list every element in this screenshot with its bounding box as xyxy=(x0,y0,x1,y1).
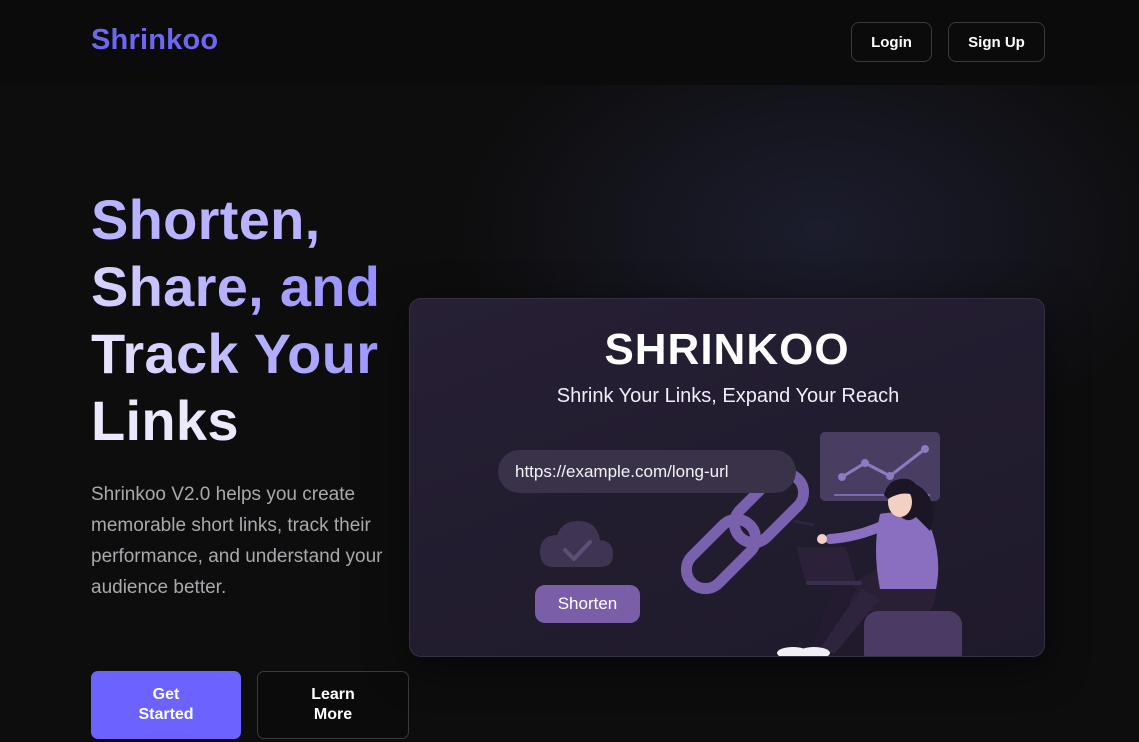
hero-title-line-2: Share, and xyxy=(91,253,411,320)
get-started-label: Get Started xyxy=(138,686,194,723)
get-started-button[interactable]: Get Started xyxy=(91,671,241,739)
hero-description: Shrinkoo V2.0 helps you create memorable… xyxy=(91,484,383,598)
preview-tagline: Shrink Your Links, Expand Your Reach xyxy=(556,385,900,407)
hero-title: Shorten, Share, and Track Your Links xyxy=(91,186,411,454)
signup-button[interactable]: Sign Up xyxy=(948,22,1045,62)
hero-title-line-1: Shorten, xyxy=(91,188,321,251)
login-button[interactable]: Login xyxy=(851,22,932,62)
navbar: Shrinkoo Login Sign Up xyxy=(0,0,1139,85)
preview-card: SHRINKOO Shrink Your Links, Expand Your … xyxy=(409,298,1045,657)
learn-more-button[interactable]: Learn More xyxy=(257,671,409,739)
logo[interactable]: Shrinkoo xyxy=(91,24,218,57)
hero-title-line-4: Links xyxy=(91,389,239,452)
preview-url-field: https://example.com/long-url xyxy=(498,450,796,493)
cloud-check-icon xyxy=(540,521,613,567)
hero-title-line-3: Track Your xyxy=(91,320,411,387)
preview-brand: SHRINKOO xyxy=(604,325,850,374)
preview-shorten-button: Shorten xyxy=(535,585,640,623)
landing-page: Shrinkoo Login Sign Up Shorten, Share, a… xyxy=(0,0,1139,742)
learn-more-label: Learn More xyxy=(311,686,355,723)
